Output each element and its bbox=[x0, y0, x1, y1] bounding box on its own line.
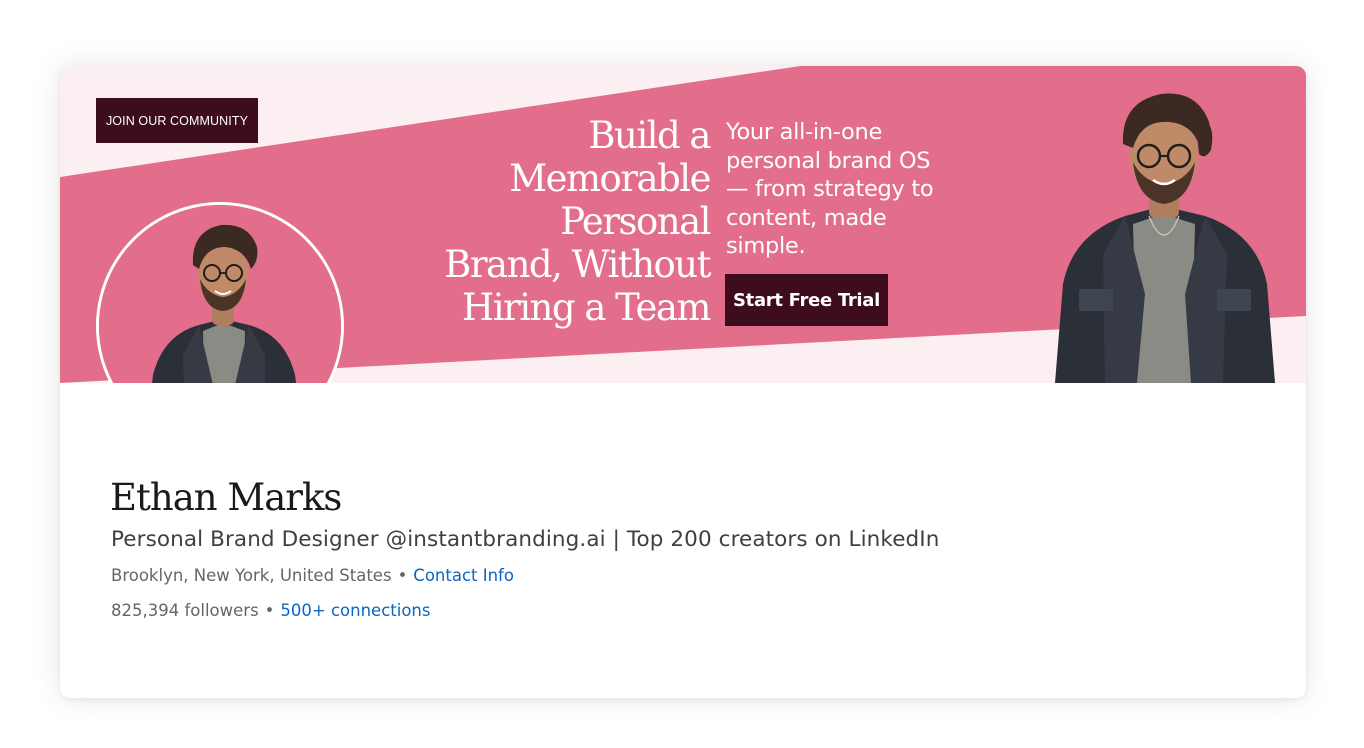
banner-headline-line: Brand, Without bbox=[444, 243, 711, 286]
banner-headline-line: Hiring a Team bbox=[461, 286, 712, 329]
banner-tagline-line: content, made bbox=[726, 204, 887, 231]
profile-network-row: 825,394 followers • 500+ connections bbox=[111, 600, 430, 622]
banner-tagline-line: simple. bbox=[726, 233, 806, 259]
screenshot-stage: JOIN OUR COMMUNITY Build a Memorable Per… bbox=[0, 0, 1364, 748]
banner-headline-line: Personal bbox=[560, 200, 711, 243]
separator-dot: • bbox=[264, 601, 275, 620]
profile-location-row: Brooklyn, New York, United States • Contac… bbox=[111, 565, 514, 587]
banner-person-photo bbox=[1055, 93, 1275, 383]
banner-headline-line: Build a bbox=[588, 114, 711, 157]
profile-name: Ethan Marks bbox=[110, 476, 342, 519]
profile-card: JOIN OUR COMMUNITY Build a Memorable Per… bbox=[60, 66, 1306, 698]
profile-banner: JOIN OUR COMMUNITY Build a Memorable Per… bbox=[60, 66, 1306, 383]
profile-headline: Personal Brand Designer @instantbranding… bbox=[111, 527, 940, 552]
banner-headline: Build a Memorable Personal Brand, Withou… bbox=[416, 114, 712, 329]
connections-link[interactable]: 500+ connections bbox=[280, 601, 430, 620]
contact-info-link[interactable]: Contact Info bbox=[413, 566, 514, 585]
separator-dot: • bbox=[397, 566, 408, 585]
followers-count: 825,394 followers bbox=[111, 601, 259, 620]
banner-tagline-line: personal brand OS bbox=[726, 147, 931, 174]
banner-headline-line: Memorable bbox=[509, 157, 711, 200]
profile-location: Brooklyn, New York, United States bbox=[111, 566, 392, 585]
join-community-button[interactable]: JOIN OUR COMMUNITY bbox=[96, 98, 258, 143]
banner-tagline: Your all-in-one personal brand OS — from… bbox=[726, 118, 966, 261]
start-free-trial-button[interactable]: Start Free Trial bbox=[725, 274, 888, 326]
banner-tagline-line: Your all-in-one bbox=[726, 119, 883, 145]
banner-tagline-line: — from strategy to bbox=[726, 176, 934, 202]
